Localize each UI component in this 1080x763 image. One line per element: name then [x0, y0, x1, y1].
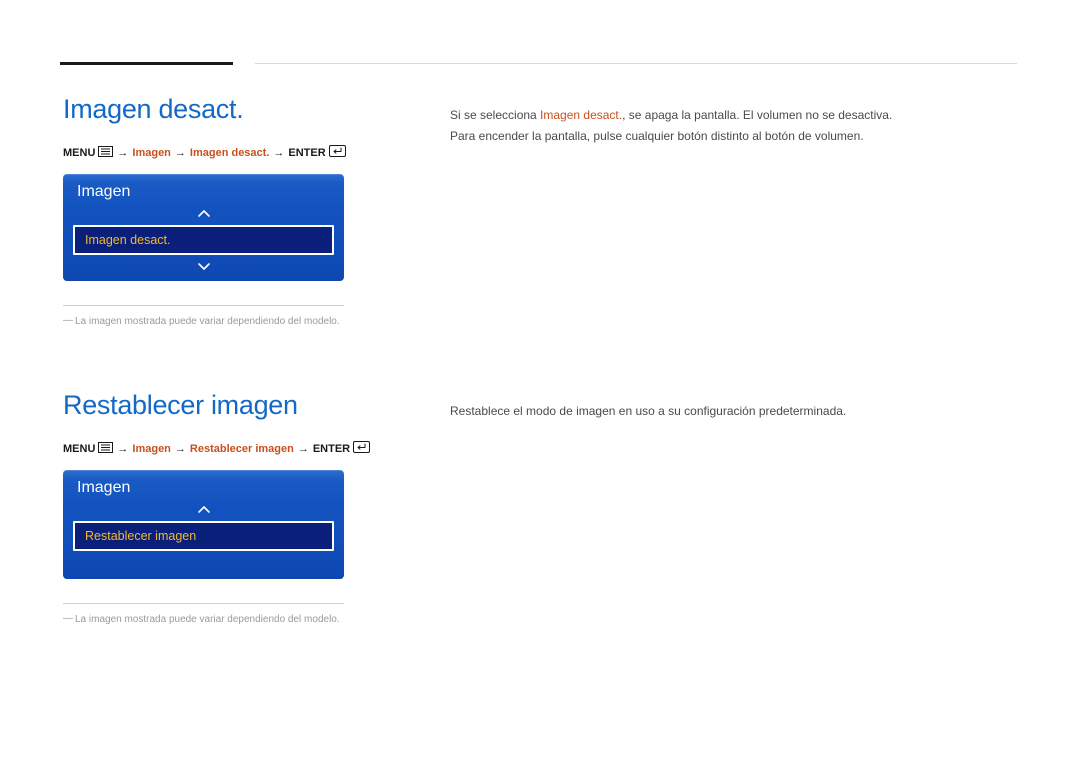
- path-step-2: Imagen desact.: [190, 147, 269, 159]
- text: Si se selecciona: [450, 108, 540, 122]
- arrow-icon: →: [174, 443, 187, 455]
- top-divider: [255, 63, 1017, 64]
- section-title: Restablecer imagen: [63, 390, 420, 421]
- text: , se apaga la pantalla. El volumen no se…: [622, 108, 892, 122]
- osd-up-arrow: [63, 207, 344, 225]
- osd-down-arrow: [63, 255, 344, 273]
- footnote: La imagen mostrada puede variar dependie…: [63, 614, 420, 625]
- highlight-text: Imagen desact.: [540, 108, 622, 122]
- enter-label: ENTER: [288, 147, 325, 159]
- right-column: Si se selecciona Imagen desact., se apag…: [450, 94, 1017, 147]
- arrow-icon: →: [174, 147, 187, 159]
- arrow-icon: →: [272, 147, 285, 159]
- footnote: La imagen mostrada puede variar dependie…: [63, 316, 420, 327]
- thin-rule: [63, 603, 344, 604]
- body-line-1: Restablece el modo de imagen en uso a su…: [450, 402, 1017, 421]
- path-step-1: Imagen: [132, 147, 171, 159]
- section-imagen-desact: Imagen desact. MENU → Imagen → Imagen de…: [63, 94, 1017, 327]
- menu-icon: [98, 442, 113, 456]
- menu-path: MENU → Imagen → Restablecer imagen → ENT…: [63, 441, 420, 456]
- section-title: Imagen desact.: [63, 94, 420, 125]
- osd-panel: Imagen Restablecer imagen: [63, 470, 344, 579]
- menu-path: MENU → Imagen → Imagen desact. → ENTER: [63, 145, 420, 160]
- arrow-icon: →: [116, 147, 129, 159]
- osd-selected-item: Restablecer imagen: [73, 521, 334, 551]
- osd-selected-item: Imagen desact.: [73, 225, 334, 255]
- chapter-bar: [60, 62, 233, 65]
- arrow-icon: →: [116, 443, 129, 455]
- arrow-icon: →: [297, 443, 310, 455]
- menu-label: MENU: [63, 147, 95, 159]
- left-column: Imagen desact. MENU → Imagen → Imagen de…: [63, 94, 450, 327]
- menu-icon: [98, 146, 113, 160]
- path-step-1: Imagen: [132, 443, 171, 455]
- right-column: Restablece el modo de imagen en uso a su…: [450, 390, 1017, 423]
- enter-icon: [329, 145, 346, 160]
- enter-icon: [353, 441, 370, 456]
- body-line-1: Si se selecciona Imagen desact., se apag…: [450, 106, 1017, 125]
- osd-panel-title: Imagen: [63, 470, 344, 503]
- path-step-2: Restablecer imagen: [190, 443, 294, 455]
- osd-up-arrow: [63, 503, 344, 521]
- menu-label: MENU: [63, 443, 95, 455]
- document-page: Imagen desact. MENU → Imagen → Imagen de…: [0, 0, 1080, 763]
- left-column: Restablecer imagen MENU → Imagen → Resta…: [63, 390, 450, 625]
- body-line-2: Para encender la pantalla, pulse cualqui…: [450, 127, 1017, 146]
- thin-rule: [63, 305, 344, 306]
- section-restablecer-imagen: Restablecer imagen MENU → Imagen → Resta…: [63, 390, 1017, 625]
- osd-panel: Imagen Imagen desact.: [63, 174, 344, 281]
- enter-label: ENTER: [313, 443, 350, 455]
- osd-panel-title: Imagen: [63, 174, 344, 207]
